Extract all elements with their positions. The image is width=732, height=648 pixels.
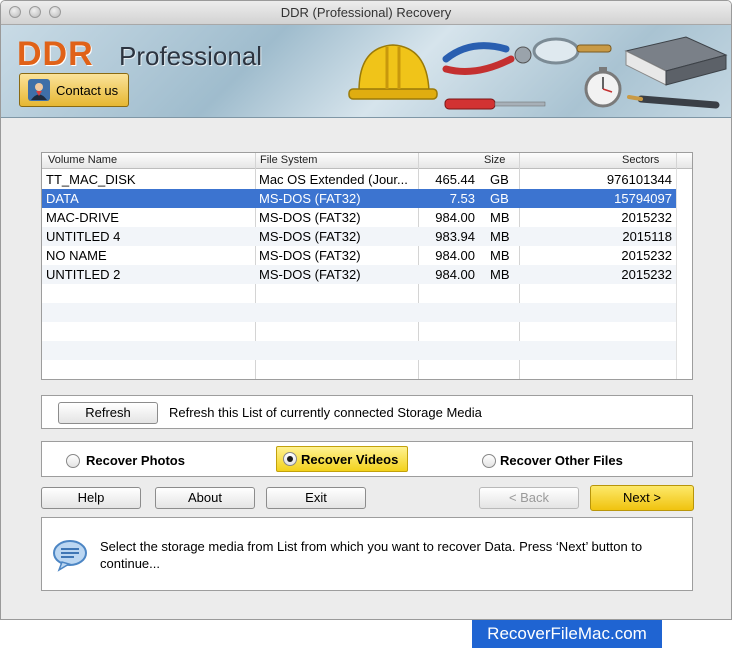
table-row xyxy=(42,322,676,341)
column-header-file-system[interactable]: File System xyxy=(260,154,317,166)
refresh-button[interactable]: Refresh xyxy=(58,402,158,424)
instruction-panel: Select the storage media from List from … xyxy=(41,517,693,591)
cell-volume-name: UNTITLED 4 xyxy=(46,229,121,244)
table-row[interactable]: UNTITLED 4 MS-DOS (FAT32) 983.94 MB 2015118 xyxy=(42,227,676,246)
radio-photos[interactable] xyxy=(66,454,80,468)
cell-sectors: 2015118 xyxy=(622,229,672,244)
table-row xyxy=(42,284,676,303)
cell-size-unit: GB xyxy=(490,172,509,187)
recover-videos-label: Recover Videos xyxy=(301,452,399,467)
window-title: DDR (Professional) Recovery xyxy=(280,5,452,20)
banner-tools-illustration xyxy=(348,36,728,110)
pen-icon xyxy=(627,95,720,109)
recover-photos-option[interactable]: Recover Photos xyxy=(66,451,206,473)
cell-size: 7.53 xyxy=(449,191,475,206)
app-logo: DDR xyxy=(17,35,94,73)
table-row[interactable]: NO NAME MS-DOS (FAT32) 984.00 MB 2015232 xyxy=(42,246,676,265)
cell-sectors: 15794097 xyxy=(614,191,672,206)
cell-size-unit: MB xyxy=(490,229,510,244)
refresh-description: Refresh this List of currently connected… xyxy=(169,405,482,420)
cell-sectors: 976101344 xyxy=(606,172,672,187)
app-logo-edition: Professional xyxy=(119,41,263,71)
cell-volume-name: DATA xyxy=(46,191,79,206)
volume-list-table[interactable]: Volume Name File System Size Sectors TT_… xyxy=(41,152,693,380)
contact-us-button[interactable]: Contact us xyxy=(19,73,129,107)
support-person-icon xyxy=(28,79,50,101)
magnifier-icon xyxy=(532,37,612,65)
table-row[interactable]: DATA MS-DOS (FAT32) 7.53 GB 15794097 xyxy=(42,189,676,208)
cell-file-system: MS-DOS (FAT32) xyxy=(259,210,361,225)
cell-file-system: MS-DOS (FAT32) xyxy=(259,267,361,282)
table-row xyxy=(42,360,676,379)
column-header-size[interactable]: Size xyxy=(484,154,505,166)
website-badge: RecoverFileMac.com xyxy=(472,620,662,648)
radio-videos[interactable] xyxy=(283,452,297,466)
column-header-volume-name[interactable]: Volume Name xyxy=(48,154,117,166)
contact-us-label: Contact us xyxy=(56,83,119,98)
screwdriver-icon xyxy=(444,98,546,110)
cell-size-unit: MB xyxy=(490,267,510,282)
table-header: Volume Name File System Size Sectors xyxy=(42,153,692,169)
cell-size: 984.00 xyxy=(435,267,475,282)
column-header-sectors[interactable]: Sectors xyxy=(622,154,659,166)
cell-size: 984.00 xyxy=(435,248,475,263)
radio-other-files[interactable] xyxy=(482,454,496,468)
header-banner: DDR Professional Contact us xyxy=(1,25,731,118)
recover-videos-option[interactable]: Recover Videos xyxy=(276,446,408,472)
cell-file-system: MS-DOS (FAT32) xyxy=(259,248,361,263)
cell-sectors: 2015232 xyxy=(621,267,672,282)
pliers-icon xyxy=(442,42,532,75)
cell-size-unit: GB xyxy=(490,191,509,206)
table-row xyxy=(42,303,676,322)
cell-file-system: Mac OS Extended (Jour... xyxy=(259,172,408,187)
about-button[interactable]: About xyxy=(155,487,255,509)
cell-sectors: 2015232 xyxy=(621,248,672,263)
title-bar: DDR (Professional) Recovery xyxy=(1,1,731,25)
table-row[interactable]: MAC-DRIVE MS-DOS (FAT32) 984.00 MB 2015232 xyxy=(42,208,676,227)
cell-file-system: MS-DOS (FAT32) xyxy=(259,229,361,244)
instruction-text: Select the storage media from List from … xyxy=(100,539,643,571)
cell-volume-name: NO NAME xyxy=(46,248,107,263)
table-row[interactable]: UNTITLED 2 MS-DOS (FAT32) 984.00 MB 2015232 xyxy=(42,265,676,284)
table-scrollbar[interactable] xyxy=(676,169,692,379)
recovery-type-panel: Recover Photos Recover Videos Recover Ot… xyxy=(41,441,693,477)
stopwatch-icon xyxy=(584,67,622,108)
help-button[interactable]: Help xyxy=(41,487,141,509)
table-row xyxy=(42,341,676,360)
cell-volume-name: MAC-DRIVE xyxy=(46,210,119,225)
cell-size: 983.94 xyxy=(435,229,475,244)
cell-volume-name: UNTITLED 2 xyxy=(46,267,121,282)
refresh-panel: Refresh Refresh this List of currently c… xyxy=(41,395,693,429)
cell-file-system: MS-DOS (FAT32) xyxy=(259,191,361,206)
back-button[interactable]: < Back xyxy=(479,487,579,509)
cell-sectors: 2015232 xyxy=(621,210,672,225)
speech-bubble-icon xyxy=(53,540,87,572)
app-window: DDR (Professional) Recovery DDR Professi… xyxy=(0,0,732,620)
recover-other-files-label: Recover Other Files xyxy=(500,453,623,468)
exit-button[interactable]: Exit xyxy=(266,487,366,509)
cell-size-unit: MB xyxy=(490,210,510,225)
cell-size-unit: MB xyxy=(490,248,510,263)
table-row[interactable]: TT_MAC_DISK Mac OS Extended (Jour... 465.4… xyxy=(42,170,676,189)
cell-volume-name: TT_MAC_DISK xyxy=(46,172,136,187)
cell-size: 984.00 xyxy=(435,210,475,225)
cell-size: 465.44 xyxy=(435,172,475,187)
book-icon xyxy=(624,36,728,86)
recover-other-files-option[interactable]: Recover Other Files xyxy=(482,451,662,473)
next-button[interactable]: Next > xyxy=(590,485,694,511)
recover-photos-label: Recover Photos xyxy=(86,453,185,468)
hard-hat-icon xyxy=(348,44,438,100)
